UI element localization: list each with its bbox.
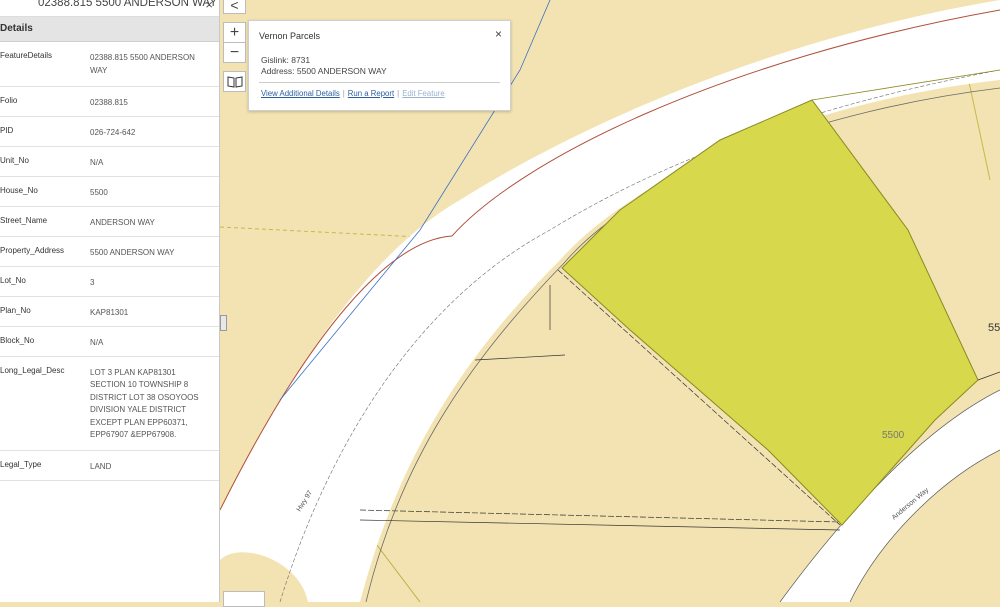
table-row: Lot_No 3 <box>0 266 219 297</box>
attr-key: Plan_No <box>0 296 88 327</box>
chevron-left-icon: < <box>230 0 239 13</box>
separator: | <box>342 89 345 98</box>
divider <box>259 82 500 83</box>
panel-splitter-handle[interactable] <box>220 315 227 331</box>
attr-key: Block_No <box>0 326 88 357</box>
table-row: PID 026-724-642 <box>0 116 219 147</box>
zoom-in-button[interactable]: + <box>223 22 246 43</box>
table-row: Street_Name ANDERSON WAY <box>0 206 219 237</box>
table-row: Legal_Type LAND <box>0 450 219 481</box>
collapse-panel-button[interactable]: < <box>223 0 246 14</box>
separator: | <box>397 89 400 98</box>
attr-key: PID <box>0 116 88 147</box>
table-row: Folio 02388.815 <box>0 86 219 117</box>
popup-title: Vernon Parcels <box>259 31 321 41</box>
close-icon[interactable]: × <box>205 0 213 12</box>
edit-feature-link: Edit Feature <box>402 89 445 98</box>
attr-value: 5500 <box>88 176 219 207</box>
attr-key: Long_Legal_Desc <box>0 356 88 451</box>
view-details-link[interactable]: View Additional Details <box>261 89 340 98</box>
attr-key: Property_Address <box>0 236 88 267</box>
attr-value: N/A <box>88 326 219 357</box>
panel-title: 02388.815 5500 ANDERSON WAY <box>38 0 217 9</box>
attr-value: N/A <box>88 146 219 177</box>
run-report-link[interactable]: Run a Report <box>348 89 394 98</box>
table-row: Unit_No N/A <box>0 146 219 177</box>
attr-key: Folio <box>0 86 88 117</box>
attr-key: Legal_Type <box>0 450 88 481</box>
popup-address: Address: 5500 ANDERSON WAY <box>261 66 387 76</box>
attr-key: FeatureDetails <box>0 42 88 87</box>
table-row: Property_Address 5500 ANDERSON WAY <box>0 236 219 267</box>
table-row: FeatureDetails 02388.815 5500 ANDERSON WA… <box>0 42 219 87</box>
attr-value: LAND <box>88 450 219 481</box>
attr-key: Unit_No <box>0 146 88 177</box>
panel-header: 02388.815 5500 ANDERSON WAY × <box>0 0 219 17</box>
section-header: Details <box>0 17 219 42</box>
feature-details-panel: 02388.815 5500 ANDERSON WAY × Details Fe… <box>0 0 220 602</box>
table-row: Plan_No KAP81301 <box>0 296 219 327</box>
book-icon <box>227 75 242 88</box>
attr-value: 3 <box>88 266 219 297</box>
minus-icon: − <box>229 43 240 61</box>
table-row: Long_Legal_Desc LOT 3 PLAN KAP81301 SECTI… <box>0 356 219 451</box>
map-widget-button[interactable] <box>223 591 265 607</box>
close-icon[interactable]: × <box>495 27 502 41</box>
zoom-out-button[interactable]: − <box>223 43 246 63</box>
attr-value: 02388.815 5500 ANDERSON WAY <box>88 42 219 87</box>
attr-value: 02388.815 <box>88 86 219 117</box>
table-row: Block_No N/A <box>0 326 219 357</box>
parcel-number-label: 5500 <box>882 430 905 441</box>
attr-value: 5500 ANDERSON WAY <box>88 236 219 267</box>
popup-gislink: Gislink: 8731 <box>261 55 311 65</box>
table-row: House_No 5500 <box>0 176 219 207</box>
attr-value: 026-724-642 <box>88 116 219 147</box>
neighbor-parcel-label: 55 <box>988 322 1000 334</box>
attr-value: ANDERSON WAY <box>88 206 219 237</box>
attributes-table: FeatureDetails 02388.815 5500 ANDERSON WA… <box>0 42 219 481</box>
plus-icon: + <box>229 23 240 41</box>
attr-value: LOT 3 PLAN KAP81301 SECTION 10 TOWNSHIP … <box>88 356 219 451</box>
attr-key: House_No <box>0 176 88 207</box>
attr-key: Street_Name <box>0 206 88 237</box>
bookmarks-button[interactable] <box>223 71 246 92</box>
feature-popup: Vernon Parcels × Gislink: 8731 Address: … <box>248 20 511 111</box>
attr-value: KAP81301 <box>88 296 219 327</box>
attr-key: Lot_No <box>0 266 88 297</box>
popup-actions: View Additional Details | Run a Report | Edi… <box>261 89 445 98</box>
